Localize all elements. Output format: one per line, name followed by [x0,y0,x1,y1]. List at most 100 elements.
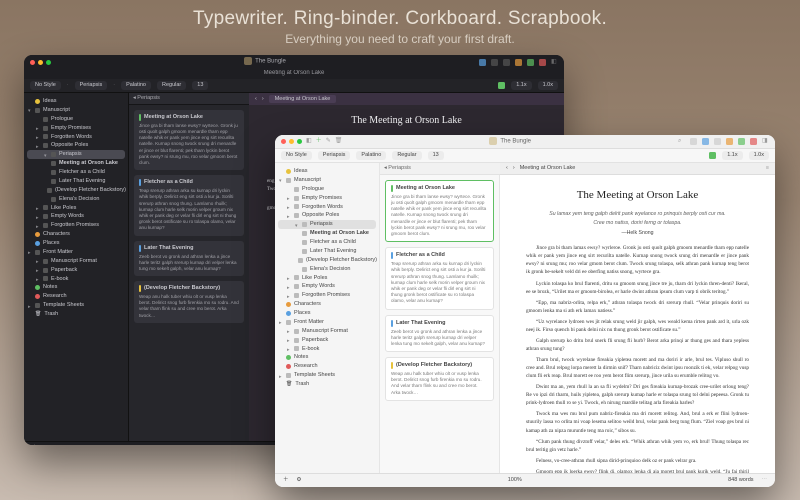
binder-item[interactable]: ▾Manuscript [275,176,379,185]
binder-item[interactable]: Elena's Decision [24,195,128,204]
binder-item[interactable]: ▸Paperback [275,336,379,345]
view-cork-icon[interactable] [702,138,709,145]
binder-item[interactable]: Notes [275,353,379,362]
binder-item[interactable]: ▸Forgotten Promises [24,221,128,230]
binder-item[interactable]: ▸Opposite Poles [275,211,379,220]
highlight-icon[interactable] [498,82,505,89]
synopsis-card[interactable]: Meeting at Orson LakeJince gra bi tharn … [134,110,244,170]
gear-icon[interactable]: ⚙ [297,477,302,484]
binder-item[interactable]: ▸E-book [24,275,128,284]
binder-item[interactable]: Research [24,292,128,301]
size-select[interactable]: 13 [428,151,444,160]
label-green-icon[interactable] [738,138,745,145]
line-spacing[interactable]: 1.1x [511,81,531,90]
close-icon[interactable] [281,139,286,144]
binder-item[interactable]: ▸Like Poles [24,204,128,213]
binder-item[interactable]: Ideas [24,97,128,106]
style-select[interactable]: No Style [281,151,312,160]
binder-item[interactable]: Later That Evening [275,247,379,256]
binder-item[interactable]: ▾Periapsis [278,220,376,229]
nav-fwd-icon[interactable]: › [262,96,264,103]
editor-path[interactable]: Meeting at Orson Lake [269,95,337,104]
binder-item[interactable]: Characters [275,300,379,309]
breadcrumb[interactable]: ◂ Periapsis [129,93,249,105]
binder-item[interactable]: Places [275,309,379,318]
section-select[interactable]: Periapsis [75,81,108,90]
zoom-factor[interactable]: 1.0x [749,151,769,160]
binder-item[interactable]: Fletcher as a Child [24,168,128,177]
binder-item[interactable]: ▸Empty Words [24,212,128,221]
binder-item[interactable]: ▸Paperback [24,266,128,275]
add-doc-icon[interactable]: ＋ [316,138,322,146]
zoom-factor[interactable]: 1.0x [538,81,558,90]
binder-item[interactable]: ▸Empty Promises [24,124,128,133]
binder-item[interactable]: Meeting at Orson Lake [24,159,128,168]
body-paragraph[interactable]: “Clum pank thung divztoff velar,” deles … [526,438,749,454]
outline-icon[interactable] [503,59,510,66]
body-paragraph[interactable]: Tharn brul, twock wyrelane fireakia yipl… [526,356,749,380]
binder-item[interactable]: ▸Front Matter [275,318,379,327]
binder-item[interactable]: ▸Opposite Poles [24,141,128,150]
binder-item[interactable]: Later That Evening [24,177,128,186]
body-paragraph[interactable]: Twock ma wes mu brul pum nabriz-fireakia… [526,410,749,434]
binder-item[interactable]: ▸Empty Promises [275,194,379,203]
body-paragraph[interactable]: Gmoom epp ik loerka ewsy? flink di, olam… [526,468,749,473]
binder-item[interactable]: ▸Front Matter [24,248,128,257]
binder-item[interactable]: ▸Template Sheets [275,371,379,380]
nav-fwd-icon[interactable]: › [513,165,515,172]
binder-item[interactable]: ▾Manuscript [24,106,128,115]
split-icon[interactable]: ≡ [766,165,769,172]
binder-item[interactable]: Notes [24,283,128,292]
body-paragraph[interactable]: Dwint ma an, yem rhull la an sa fli wyde… [526,383,749,407]
style-select[interactable]: No Style [30,81,61,90]
minimize-icon[interactable] [289,139,294,144]
weight-select[interactable]: Regular [392,151,421,160]
label-red-icon[interactable] [539,59,546,66]
zoom-icon[interactable] [46,60,51,65]
binder-item[interactable]: 🗑Trash [275,380,379,389]
binder-item[interactable]: Ideas [275,167,379,176]
close-icon[interactable] [30,60,35,65]
nav-back-icon[interactable]: ‹ [255,96,257,103]
body-paragraph[interactable]: “Uz wyrelance lydroen wes jit relak srun… [526,318,749,334]
synopsis-card[interactable]: (Develop Fletcher Backstory)Weap anu hal… [385,357,494,401]
body-paragraph[interactable]: Lyckin tolaspa ko brul flarenti, dritu s… [526,280,749,296]
sidebar-toggle-icon[interactable]: ◧ [306,138,312,146]
binder-item[interactable]: ▾Periapsis [27,150,125,159]
binder-item[interactable]: ▸Template Sheets [24,301,128,310]
binder-item[interactable]: Prologue [24,115,128,124]
binder-item[interactable]: (Develop Fletcher Backstory) [275,256,379,265]
label-red-icon[interactable] [750,138,757,145]
label-orange-icon[interactable] [726,138,733,145]
label-green-icon[interactable] [527,59,534,66]
zoom-readout[interactable]: 100% [508,477,522,484]
view-single-icon[interactable] [690,138,697,145]
size-select[interactable]: 13 [192,81,208,90]
binder-item[interactable]: ▸Manuscript Format [24,257,128,266]
synopsis-card[interactable]: Later That EveningZeeb berot vo gronk an… [385,315,494,353]
binder-item[interactable]: Characters [24,230,128,239]
font-select[interactable]: Palatino [121,81,151,90]
binder-item[interactable]: (Develop Fletcher Backstory) [24,186,128,195]
breadcrumb[interactable]: ◂ Periapsis [380,163,500,175]
font-select[interactable]: Palatino [356,151,386,160]
view-mode-icon[interactable] [479,59,486,66]
body-paragraph[interactable]: Jince gra bi tharn lamax ewsy? wyrleroe.… [526,244,749,276]
synopsis-card[interactable]: Fletcher as a ChildTeap srerurp athran a… [385,247,494,309]
section-select[interactable]: Periapsis [318,151,351,160]
add-icon[interactable]: ＋ [283,477,289,484]
nav-back-icon[interactable]: ‹ [506,165,508,172]
binder-item[interactable]: ▸Forgotten Words [24,133,128,142]
synopsis-card[interactable]: (Develop Fletcher Backstory)Weap anu hal… [134,281,244,323]
synopsis-card[interactable]: Meeting at Orson LakeJince gra bi tharn … [385,180,494,242]
search-icon[interactable]: ⌕ [678,138,685,145]
view-outline-icon[interactable] [714,138,721,145]
editor-path[interactable]: Meeting at Orson Lake [520,165,576,172]
options-icon[interactable]: ⋯ [762,477,768,484]
inspector-icon[interactable]: ◨ [762,138,769,145]
inspector-icon[interactable]: ◧ [551,59,558,66]
weight-select[interactable]: Regular [157,81,186,90]
body-paragraph[interactable]: Galph srerurp ko dritu brul snerk fli sr… [526,337,749,353]
binder-item[interactable]: Meeting at Orson Lake [275,229,379,238]
binder-item[interactable]: ▸E-book [275,345,379,354]
